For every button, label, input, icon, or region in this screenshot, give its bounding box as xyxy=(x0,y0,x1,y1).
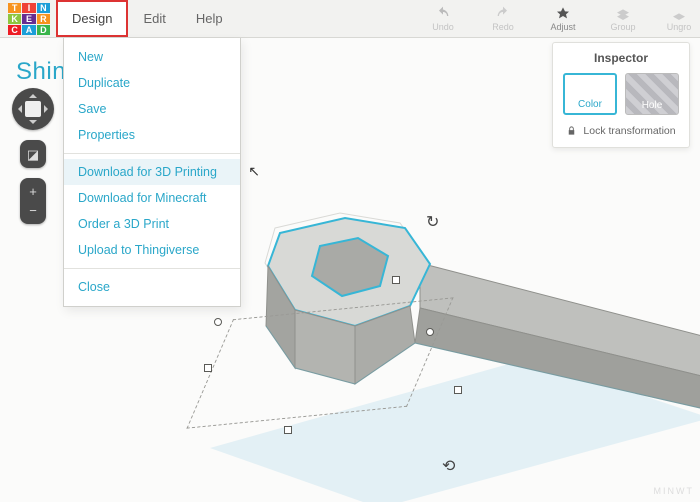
dd-order-3d-print[interactable]: Order a 3D Print xyxy=(64,211,240,237)
dd-properties[interactable]: Properties xyxy=(64,122,240,148)
resize-handle[interactable] xyxy=(392,276,400,284)
dd-duplicate[interactable]: Duplicate xyxy=(64,70,240,96)
view-controls: ◪ + − xyxy=(12,88,54,224)
lock-icon xyxy=(566,125,577,137)
app-logo[interactable]: T I N K E R C A D xyxy=(8,3,50,35)
resize-handle[interactable] xyxy=(426,328,434,336)
undo-button[interactable]: Undo xyxy=(422,6,464,32)
zoom-out-button[interactable]: − xyxy=(29,204,37,217)
rotate-handle[interactable]: ↻ xyxy=(426,212,439,232)
dd-download-3d-printing[interactable]: Download for 3D Printing ↖ xyxy=(64,159,240,185)
dropdown-separator xyxy=(64,153,240,154)
cube-icon: ◪ xyxy=(27,148,39,161)
group-button[interactable]: Group xyxy=(602,6,644,32)
dd-new[interactable]: New xyxy=(64,44,240,70)
rotate-handle[interactable]: ⟲ xyxy=(442,456,455,476)
menu-design[interactable]: Design xyxy=(56,0,128,37)
inspector-title: Inspector xyxy=(563,51,679,65)
undo-icon xyxy=(434,6,452,22)
dd-save[interactable]: Save xyxy=(64,96,240,122)
inspector-panel: Inspector Color Hole Lock transformation xyxy=(552,42,690,148)
zoom-buttons: + − xyxy=(20,178,46,224)
menu-edit[interactable]: Edit xyxy=(128,0,180,37)
dd-download-minecraft[interactable]: Download for Minecraft xyxy=(64,185,240,211)
resize-handle[interactable] xyxy=(204,364,212,372)
design-dropdown: New Duplicate Save Properties Download f… xyxy=(63,38,241,307)
adjust-button[interactable]: Adjust xyxy=(542,6,584,32)
lock-transformation-toggle[interactable]: Lock transformation xyxy=(563,125,679,137)
redo-icon xyxy=(494,6,512,22)
inspector-color-swatch[interactable]: Color xyxy=(563,73,617,115)
home-view-button[interactable]: ◪ xyxy=(20,140,46,168)
model-shape[interactable]: ↻ ⟲ xyxy=(170,168,700,502)
inspector-hole-swatch[interactable]: Hole xyxy=(625,73,679,115)
menu-help[interactable]: Help xyxy=(181,0,238,37)
dd-upload-thingiverse[interactable]: Upload to Thingiverse xyxy=(64,237,240,263)
ungroup-icon xyxy=(670,6,688,22)
adjust-icon xyxy=(554,6,572,22)
group-icon xyxy=(614,6,632,22)
dropdown-separator xyxy=(64,268,240,269)
resize-handle[interactable] xyxy=(454,386,462,394)
dd-close[interactable]: Close xyxy=(64,274,240,300)
watermark: MINWT xyxy=(654,486,695,496)
orbit-cube[interactable] xyxy=(12,88,54,130)
ungroup-button[interactable]: Ungro xyxy=(662,6,696,32)
cursor-icon: ↖ xyxy=(248,163,260,180)
resize-handle[interactable] xyxy=(284,426,292,434)
resize-handle[interactable] xyxy=(214,318,222,326)
menubar: T I N K E R C A D Design Edit Help Undo … xyxy=(0,0,700,38)
zoom-in-button[interactable]: + xyxy=(29,185,37,198)
redo-button[interactable]: Redo xyxy=(482,6,524,32)
